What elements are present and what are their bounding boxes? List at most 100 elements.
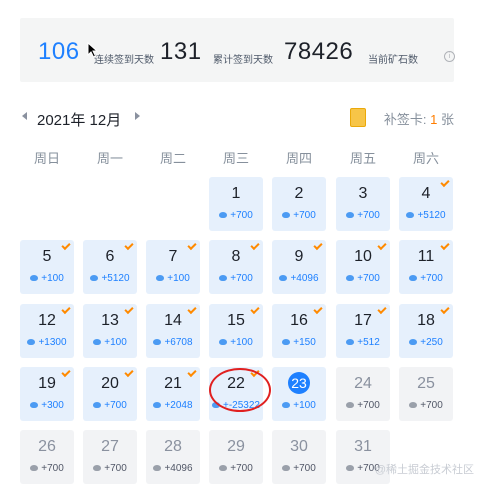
weekday-label: 周三	[222, 151, 249, 166]
ore-gem-icon	[409, 275, 418, 281]
info-icon[interactable]: i	[444, 51, 455, 62]
ore-reward: +1300	[20, 337, 74, 348]
ore-reward: +4096	[272, 273, 326, 284]
ore-gem-icon	[153, 402, 162, 408]
next-month-arrow-icon[interactable]	[135, 112, 140, 120]
calendar-day-cell[interactable]: 16 +150	[272, 304, 326, 358]
calendar-day-cell[interactable]: 28 +4096	[146, 430, 200, 484]
calendar-day-cell[interactable]: 3 +700	[336, 177, 390, 231]
calendar-day-cell[interactable]: 21 +2048	[146, 367, 200, 421]
calendar-day-cell[interactable]: 6 +5120	[83, 240, 137, 294]
day-number: 18	[417, 312, 435, 329]
ore-reward: +4096	[146, 463, 200, 474]
calendar-day-cell[interactable]: 20 +700	[83, 367, 137, 421]
calendar-day-cell[interactable]: 8 +700	[209, 240, 263, 294]
calendar-day-cell[interactable]: 23 +100	[272, 367, 326, 421]
ore-reward: +150	[272, 337, 326, 348]
day-number: 31	[354, 438, 372, 455]
ore-reward: +700	[272, 210, 326, 221]
ore-reward-value: +700	[293, 463, 316, 474]
streak-label: 连续签到天数	[94, 55, 154, 66]
day-number: 3	[358, 185, 368, 202]
ore-reward: +100	[209, 337, 263, 348]
month-bar: 2021年 12月 补签卡: 1 张	[20, 106, 460, 130]
calendar-day-cell[interactable]: 14 +6708	[146, 304, 200, 358]
makeup-card-label: 补签卡:	[383, 112, 427, 127]
day-number: 27	[101, 438, 119, 455]
total-value: 131	[160, 38, 202, 65]
day-number: 24	[354, 375, 372, 392]
weekday-label: 周日	[33, 151, 60, 166]
calendar-day-cell[interactable]: 12 +1300	[20, 304, 74, 358]
calendar-day-cell[interactable]: 2 +700	[272, 177, 326, 231]
calendar-day-cell[interactable]: 4 +5120	[399, 177, 453, 231]
calendar-day-cell[interactable]: 15 +100	[209, 304, 263, 358]
calendar-day-cell[interactable]: 27 +700	[83, 430, 137, 484]
calendar-day-cell[interactable]: 9 +4096	[272, 240, 326, 294]
ore-reward-value: +250	[420, 337, 443, 348]
day-number: 8	[231, 248, 241, 265]
calendar-day-cell[interactable]: 10 +700	[336, 240, 390, 294]
ore-reward-value: +5120	[417, 210, 446, 221]
calendar-day-cell[interactable]: 26 +700	[20, 430, 74, 484]
calendar-day-cell[interactable]: 17 +512	[336, 304, 390, 358]
day-number: 4	[421, 185, 431, 202]
ore-gem-icon	[409, 339, 418, 345]
ore-reward: +700	[209, 463, 263, 474]
ore-reward-value: +4096	[290, 273, 319, 284]
ore-label: 当前矿石数	[368, 55, 418, 66]
weekday-label: 周五	[349, 151, 376, 166]
total-label: 累计签到天数	[213, 55, 273, 66]
calendar-day-cell[interactable]: 18 +250	[399, 304, 453, 358]
ore-reward-value: +700	[357, 400, 380, 411]
day-number: 28	[164, 438, 182, 455]
day-number: 17	[354, 312, 372, 329]
weekday-label: 周六	[412, 151, 439, 166]
day-number: 12	[38, 312, 56, 329]
ore-reward-value: +100	[41, 273, 64, 284]
ore-reward: +700	[20, 463, 74, 474]
calendar-day-cell[interactable]: 11 +700	[399, 240, 453, 294]
ore-reward: +700	[209, 273, 263, 284]
ore-gem-icon	[346, 275, 355, 281]
day-number: 30	[290, 438, 308, 455]
calendar-day-cell[interactable]: 1 +700	[209, 177, 263, 231]
ore-gem-icon	[156, 275, 165, 281]
calendar-day-cell[interactable]: 24 +700	[336, 367, 390, 421]
day-number: 14	[164, 312, 182, 329]
ore-reward-value: +700	[104, 463, 127, 474]
day-number: 2	[294, 185, 304, 202]
ore-gem-icon	[409, 402, 418, 408]
calendar-day-cell[interactable]: 13 +100	[83, 304, 137, 358]
ore-gem-icon	[346, 212, 355, 218]
ore-reward-value: +700	[230, 463, 253, 474]
ore-gem-icon	[219, 275, 228, 281]
calendar-day-cell[interactable]: 30 +700	[272, 430, 326, 484]
ore-reward-value: +100	[293, 400, 316, 411]
ore-value: 78426	[284, 38, 354, 65]
ore-reward-value: +700	[420, 273, 443, 284]
ore-reward: +700	[83, 463, 137, 474]
ore-reward-value: +100	[230, 337, 253, 348]
day-number: 26	[38, 438, 56, 455]
calendar-day-cell[interactable]: 5 +100	[20, 240, 74, 294]
ore-reward-value: +2048	[164, 400, 193, 411]
ore-gem-icon	[153, 339, 162, 345]
ore-gem-icon	[27, 339, 36, 345]
calendar-day-cell[interactable]: 25 +700	[399, 367, 453, 421]
streak-value: 106	[38, 38, 80, 65]
ore-reward-value: +700	[293, 210, 316, 221]
calendar-day-cell[interactable]: 29 +700	[209, 430, 263, 484]
ore-reward: +100	[20, 273, 74, 284]
calendar-day-cell[interactable]: 7 +100	[146, 240, 200, 294]
day-number: 21	[164, 375, 182, 392]
ore-reward: +700	[336, 210, 390, 221]
calendar-day-cell[interactable]: 19 +300	[20, 367, 74, 421]
ore-gem-icon	[30, 465, 39, 471]
makeup-card-info[interactable]: 补签卡: 1 张	[384, 109, 454, 128]
prev-month-arrow-icon[interactable]	[22, 112, 27, 120]
ore-reward-value: +700	[357, 210, 380, 221]
ore-reward: +700	[272, 463, 326, 474]
ore-gem-icon	[282, 212, 291, 218]
ore-reward: +300	[20, 400, 74, 411]
